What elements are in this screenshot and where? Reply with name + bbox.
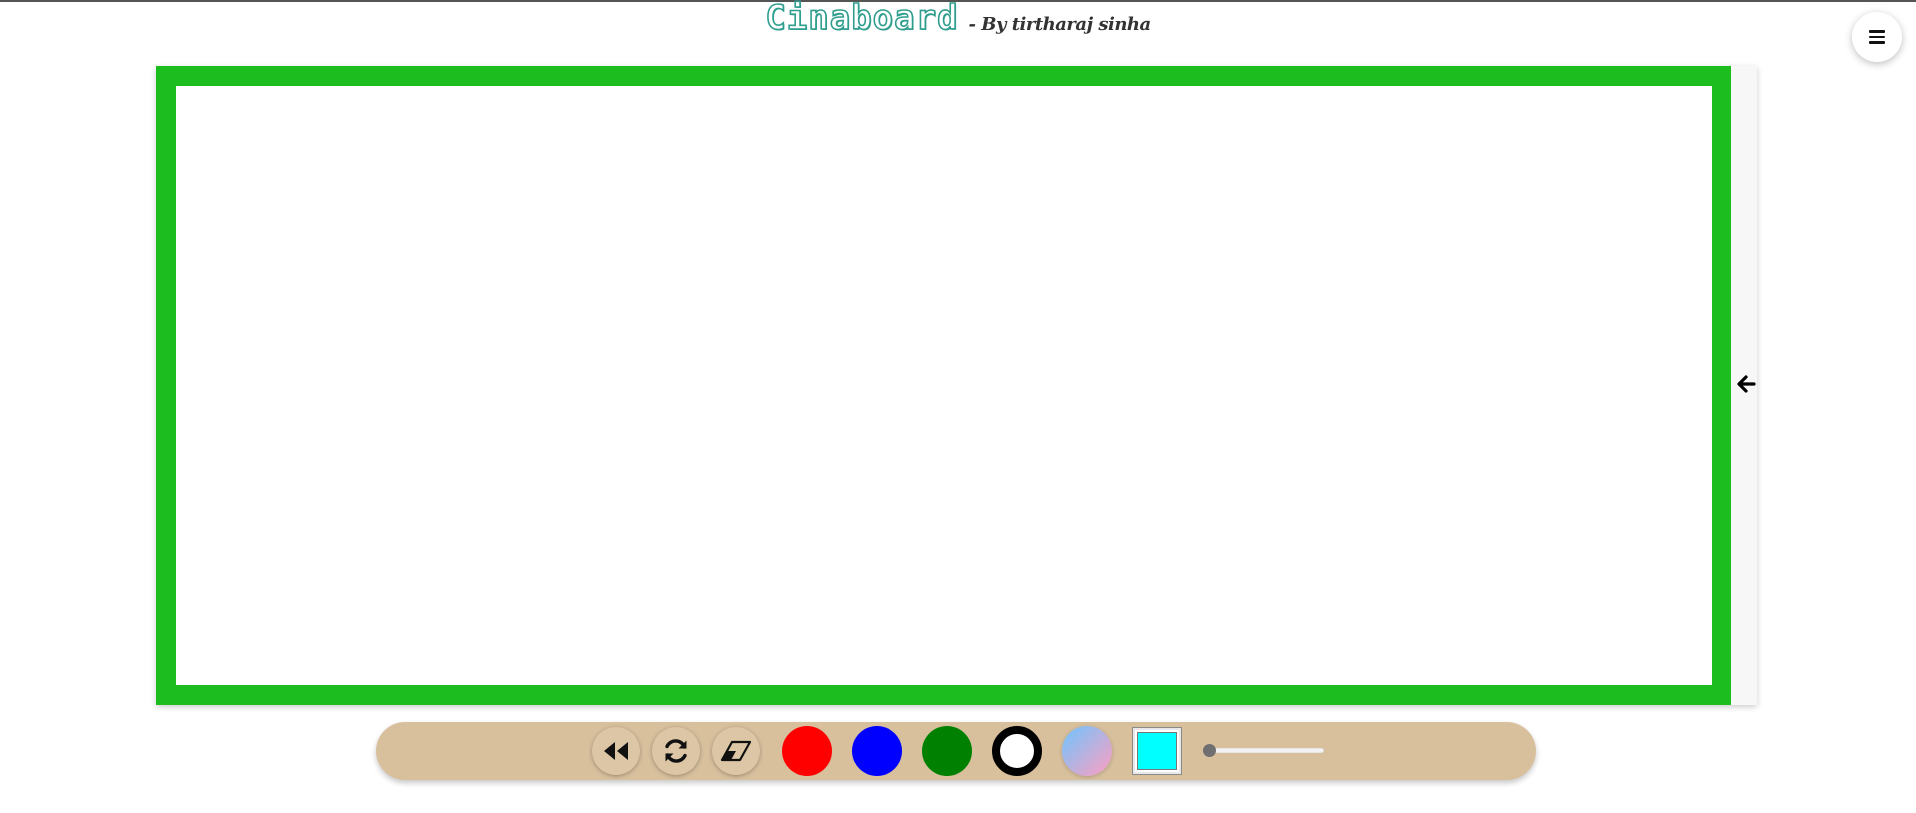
refresh-icon bbox=[665, 739, 687, 763]
author-byline: - By tirtharaj sinha bbox=[968, 13, 1152, 35]
undo-button[interactable] bbox=[592, 727, 640, 775]
arrow-left-icon[interactable] bbox=[1735, 373, 1757, 395]
custom-color-preview bbox=[1137, 732, 1177, 770]
color-swatch-green[interactable] bbox=[922, 726, 972, 776]
color-swatch-gradient[interactable] bbox=[1062, 726, 1112, 776]
color-swatch-red[interactable] bbox=[782, 726, 832, 776]
app-header: Cinaboard - By tirtharaj sinha bbox=[0, 0, 1916, 42]
brush-size-slider[interactable] bbox=[1204, 748, 1324, 753]
color-swatch-blue[interactable] bbox=[852, 726, 902, 776]
menu-button[interactable] bbox=[1852, 12, 1902, 62]
custom-color-picker[interactable] bbox=[1132, 727, 1182, 775]
brush-size-slider-thumb[interactable] bbox=[1203, 744, 1216, 757]
app-title: Cinaboard bbox=[765, 0, 959, 39]
drawing-canvas[interactable] bbox=[176, 86, 1712, 685]
hamburger-menu-icon bbox=[1869, 30, 1885, 44]
eraser-icon bbox=[720, 740, 752, 762]
whiteboard bbox=[156, 66, 1757, 705]
eraser-button[interactable] bbox=[712, 727, 760, 775]
clear-board-button[interactable] bbox=[652, 727, 700, 775]
backward-icon bbox=[604, 742, 628, 760]
color-swatch-white[interactable] bbox=[992, 726, 1042, 776]
toolbar bbox=[376, 722, 1536, 780]
